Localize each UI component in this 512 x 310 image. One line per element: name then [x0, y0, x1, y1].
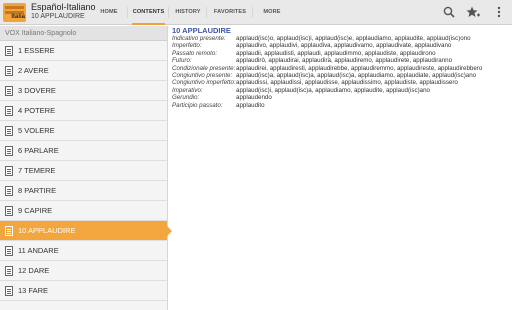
- sidebar-item-dare[interactable]: 12 DARE: [0, 261, 167, 281]
- document-icon: [5, 86, 13, 96]
- search-icon[interactable]: [441, 4, 457, 20]
- tense-label: Passato remoto:: [172, 49, 218, 57]
- tense-label: Futuro:: [172, 57, 192, 65]
- conjugation-row: Congiuntivo presente: applaud(isc)a, appl…: [172, 72, 512, 79]
- sidebar-item-label: 4 POTERE: [18, 106, 56, 115]
- conjugation-row: Imperativo: applaud(isc)i, applaud(isc)a,…: [172, 87, 512, 94]
- sidebar-item-temere[interactable]: 7 TEMERE: [0, 161, 167, 181]
- sidebar-header: VOX Italiano-Spagnolo: [0, 26, 167, 41]
- document-icon: [5, 146, 13, 156]
- app-logo-label: Italia: [11, 14, 25, 20]
- page-title: 10 APPLAUDIRE: [172, 26, 231, 35]
- sidebar-item-label: 5 VOLERE: [18, 126, 55, 135]
- tab-home[interactable]: HOME: [90, 0, 128, 25]
- sidebar-item-label: 11 ANDARE: [18, 246, 59, 255]
- tense-label: Congiuntivo presente:: [172, 72, 233, 80]
- contents-sidebar: VOX Italiano-Spagnolo 1 ESSERE 2 AVERE 3…: [0, 26, 172, 310]
- document-icon: [5, 126, 13, 136]
- tense-label: Participio passato:: [172, 101, 223, 109]
- document-icon: [5, 106, 13, 116]
- tense-forms: applaudendo: [236, 94, 272, 102]
- tense-label: Indicativo presente:: [172, 35, 226, 42]
- tense-forms: applaudirò, applaudirai, applaudirà, app…: [236, 57, 453, 65]
- sidebar-item-label: 10 APPLAUDIRE: [18, 226, 76, 235]
- sidebar-item-label: 7 TEMERE: [18, 166, 56, 175]
- sidebar-item-label: 12 DARE: [18, 266, 50, 275]
- conjugation-row: Passato remoto: applaudii, applaudisti, a…: [172, 50, 512, 57]
- document-icon: [5, 206, 13, 216]
- tab-contents[interactable]: CONTENTS: [128, 0, 169, 25]
- action-bar: Italia Español-Italiano 10 APPLAUDIRE HO…: [0, 0, 512, 25]
- document-icon: [5, 246, 13, 256]
- document-icon: [5, 166, 13, 176]
- tab-history[interactable]: HISTORY: [169, 0, 207, 25]
- tense-label: Imperativo:: [172, 86, 203, 94]
- sidebar-list: 1 ESSERE 2 AVERE 3 DOVERE 4 POTERE 5 VOL…: [0, 41, 172, 301]
- tense-forms: applaud(isc)o, applaud(isc)i, applaud(is…: [236, 35, 471, 42]
- sidebar-item-dovere[interactable]: 3 DOVERE: [0, 81, 167, 101]
- tense-forms: applaudissi, applaudissi, applaudisse, a…: [236, 79, 458, 87]
- document-icon: [5, 46, 13, 56]
- sidebar-item-avere[interactable]: 2 AVERE: [0, 61, 167, 81]
- sidebar-item-label: 8 PARTIRE: [18, 186, 57, 195]
- conjugation-row: Congiuntivo imperfetto: applaudissi, appl…: [172, 79, 512, 86]
- sidebar-item-potere[interactable]: 4 POTERE: [0, 101, 167, 121]
- document-icon: [5, 186, 13, 196]
- app-subtitle: 10 APPLAUDIRE: [31, 13, 85, 20]
- sidebar-item-label: 13 FARE: [18, 286, 49, 295]
- tab-favorites[interactable]: FAVORITES: [207, 0, 253, 25]
- conjugation-content: 10 APPLAUDIRE Indicativo presente: applau…: [172, 26, 512, 310]
- sidebar-item-label: 1 ESSERE: [18, 46, 55, 55]
- conjugation-row: Futuro: applaudirò, applaudirai, applaudi…: [172, 57, 512, 64]
- sidebar-item-parlare[interactable]: 6 PARLARE: [0, 141, 167, 161]
- tense-forms: applaudivo, applaudivi, applaudiva, appl…: [236, 42, 452, 50]
- tense-forms: applaud(isc)i, applaud(isc)a, applaudiam…: [236, 86, 430, 94]
- sidebar-item-andare[interactable]: 11 ANDARE: [0, 241, 167, 261]
- star-add-icon[interactable]: [465, 4, 481, 20]
- tense-label: Imperfetto:: [172, 42, 202, 50]
- document-icon: [5, 226, 13, 236]
- sidebar-item-label: 9 CAPIRE: [18, 206, 53, 215]
- app-title: Español-Italiano: [31, 2, 96, 12]
- conjugation-row: Participio passato: applaudito: [172, 102, 512, 109]
- app-logo-icon[interactable]: Italia: [3, 3, 26, 22]
- tense-forms: applaudito: [236, 101, 265, 109]
- conjugation-row: Imperfetto: applaudivo, applaudivi, appla…: [172, 42, 512, 49]
- sidebar-item-label: 6 PARLARE: [18, 146, 59, 155]
- document-icon: [5, 266, 13, 276]
- sidebar-item-volere[interactable]: 5 VOLERE: [0, 121, 167, 141]
- document-icon: [5, 66, 13, 76]
- tense-label: Gerundio:: [172, 94, 200, 102]
- tense-forms: applaud(isc)a, applaud(isc)a, applaud(is…: [236, 72, 477, 80]
- sidebar-item-label: 3 DOVERE: [18, 86, 56, 95]
- document-icon: [5, 286, 13, 296]
- overflow-menu-icon[interactable]: [491, 4, 507, 20]
- sidebar-item-applaudire[interactable]: 10 APPLAUDIRE: [0, 221, 172, 241]
- tense-label: Congiuntivo imperfetto:: [172, 79, 236, 87]
- sidebar-item-partire[interactable]: 8 PARTIRE: [0, 181, 167, 201]
- tense-forms: applaudii, applaudisti, applaudi, applau…: [236, 49, 436, 57]
- tense-forms: applaudirei, applaudiresti, applaudirebb…: [236, 64, 483, 72]
- conjugation-row: Indicativo presente: applaud(isc)o, appla…: [172, 35, 512, 42]
- sidebar-item-essere[interactable]: 1 ESSERE: [0, 41, 167, 61]
- sidebar-item-fare[interactable]: 13 FARE: [0, 281, 167, 301]
- tab-more[interactable]: MORE: [253, 0, 291, 25]
- conjugation-row: Gerundio: applaudendo: [172, 94, 512, 101]
- tense-label: Condizionale presente:: [172, 64, 236, 72]
- sidebar-item-capire[interactable]: 9 CAPIRE: [0, 201, 167, 221]
- sidebar-item-label: 2 AVERE: [18, 66, 49, 75]
- conjugation-row: Condizionale presente: applaudirei, appla…: [172, 65, 512, 72]
- tab-bar: HOME CONTENTS HISTORY FAVORITES MORE: [90, 0, 291, 25]
